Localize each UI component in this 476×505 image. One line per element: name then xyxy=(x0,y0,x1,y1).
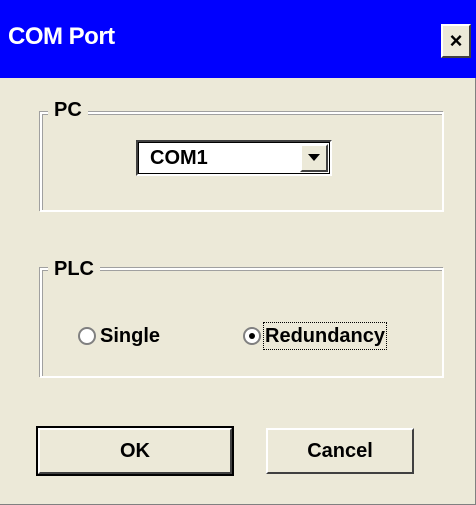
plc-groupbox xyxy=(40,268,444,378)
radio-single-circle[interactable] xyxy=(78,327,96,345)
radio-redundancy-label: Redundancy xyxy=(262,322,388,350)
com-port-dialog: COM Port × PC COM1 PLC Single Redundancy… xyxy=(0,0,476,505)
pc-group-label: PC xyxy=(48,99,88,121)
window-title: COM Port xyxy=(8,23,115,50)
cancel-button[interactable]: Cancel xyxy=(266,428,414,474)
ok-button[interactable]: OK xyxy=(36,426,234,476)
com-port-select[interactable]: COM1 xyxy=(136,140,332,176)
chevron-down-icon xyxy=(308,154,320,161)
plc-group-label: PLC xyxy=(48,258,100,280)
close-button[interactable]: × xyxy=(441,24,471,58)
radio-redundancy[interactable]: Redundancy xyxy=(243,322,388,350)
radio-selected-dot xyxy=(249,333,255,339)
title-bar[interactable]: COM Port × xyxy=(0,0,476,78)
close-icon: × xyxy=(449,28,463,53)
radio-single[interactable]: Single xyxy=(78,324,160,348)
com-port-select-value: COM1 xyxy=(150,147,208,169)
dropdown-button[interactable] xyxy=(300,144,328,172)
radio-redundancy-circle[interactable] xyxy=(243,327,261,345)
radio-single-label: Single xyxy=(100,325,161,347)
